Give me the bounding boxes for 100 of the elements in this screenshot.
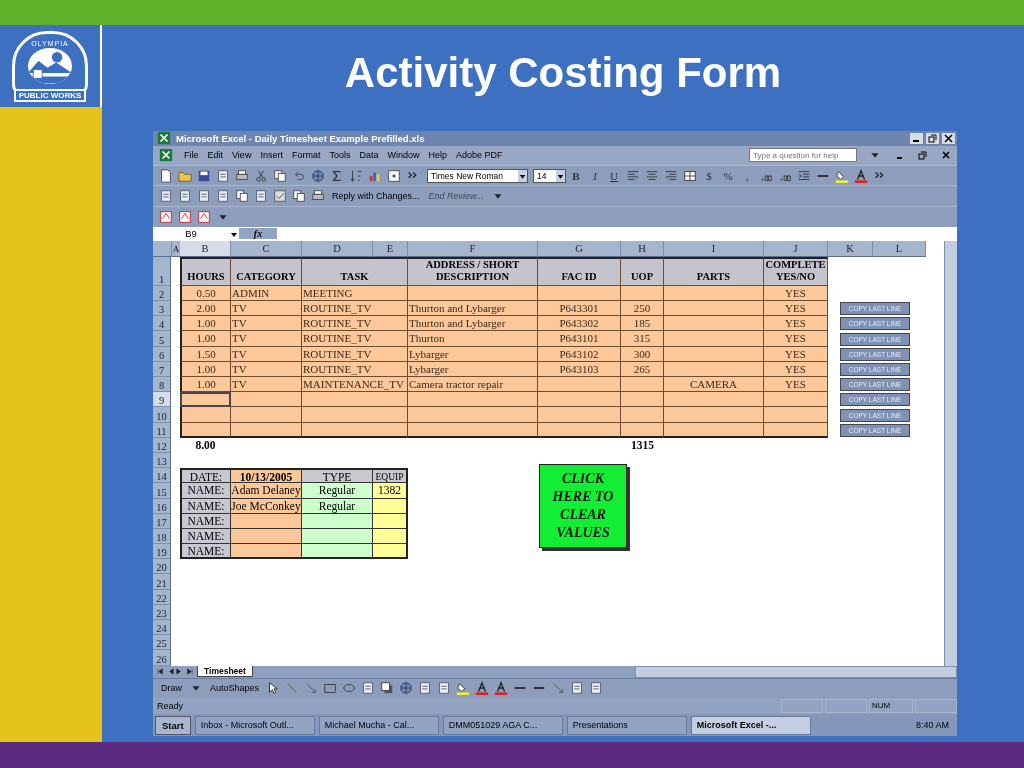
page-icon[interactable]: [216, 168, 230, 183]
restore-icon[interactable]: [918, 150, 928, 161]
format-button[interactable]: I: [588, 169, 602, 182]
menu-item[interactable]: Data: [359, 150, 379, 161]
sheet-tab[interactable]: Timesheet: [197, 666, 253, 678]
format-button[interactable]: B: [569, 169, 583, 182]
row-header[interactable]: 21: [153, 574, 171, 590]
row-header[interactable]: 8: [153, 377, 171, 393]
review-button[interactable]: Reply with Changes...: [328, 191, 424, 202]
sigma-icon[interactable]: [330, 168, 344, 183]
row-header[interactable]: 15: [153, 483, 171, 499]
page-icon[interactable]: [437, 681, 452, 696]
restore-icon[interactable]: [926, 132, 939, 144]
column-heading: ADDRESS / SHORT DESCRIPTION: [408, 256, 538, 286]
row-header[interactable]: 19: [153, 544, 171, 560]
clear-values-button[interactable]: CLICK HERE TO CLEAR VALUES: [539, 464, 627, 549]
close-icon[interactable]: [941, 150, 951, 161]
align-center-icon[interactable]: [645, 168, 659, 183]
indent-icon[interactable]: [797, 168, 811, 183]
number-format-button[interactable]: ,: [740, 169, 754, 182]
close-icon[interactable]: [942, 132, 955, 144]
merge-cells-icon[interactable]: [683, 168, 697, 183]
menu-item[interactable]: Format: [291, 150, 321, 161]
row-header[interactable]: 3: [153, 301, 171, 317]
font-dropdown[interactable]: Times New Roman: [427, 168, 528, 183]
globe-icon[interactable]: [399, 681, 414, 696]
spreadsheet-icon[interactable]: [159, 148, 173, 163]
number-format-button[interactable]: $: [702, 169, 716, 182]
font-color-icon[interactable]: [494, 681, 509, 696]
page-icon[interactable]: [254, 189, 268, 204]
row-header[interactable]: 5: [153, 331, 171, 347]
row-header[interactable]: 9: [153, 392, 171, 408]
row-header[interactable]: 10: [153, 407, 171, 423]
align-left-icon[interactable]: [626, 168, 640, 183]
copy-icon[interactable]: [292, 189, 306, 204]
row-header[interactable]: 1: [153, 256, 171, 286]
caret-icon[interactable]: [556, 169, 565, 182]
column-heading: COMPLETE YES/NO: [764, 256, 828, 286]
table-cell: Regular: [302, 483, 373, 499]
page-icon[interactable]: [178, 189, 192, 204]
globe-icon[interactable]: [311, 168, 325, 183]
column-header[interactable]: A: [171, 240, 180, 257]
checkmark-icon[interactable]: [273, 189, 287, 204]
font-size-dropdown[interactable]: 14: [533, 168, 566, 183]
shadow-icon[interactable]: [380, 681, 395, 696]
start-button[interactable]: Start: [155, 715, 191, 735]
new-document-icon[interactable]: [159, 168, 173, 183]
scissors-icon[interactable]: [254, 168, 268, 183]
sheet-navigation-icon[interactable]: [155, 667, 195, 677]
autoshapes-menu-button[interactable]: AutoShapes: [206, 683, 264, 694]
menu-item[interactable]: Insert: [260, 150, 283, 161]
menu-item[interactable]: File: [184, 150, 199, 161]
page-icon[interactable]: [589, 681, 604, 696]
paint-bucket-icon[interactable]: [835, 168, 849, 183]
page-icon[interactable]: [159, 189, 173, 204]
minimize-icon[interactable]: [910, 132, 923, 144]
row-header[interactable]: 24: [153, 620, 171, 636]
taskbar-button[interactable]: Microsoft Excel -...: [690, 715, 811, 735]
taskbar-button[interactable]: Presentations: [566, 715, 687, 735]
row-header[interactable]: 20: [153, 559, 171, 575]
row-header[interactable]: 14: [153, 468, 171, 484]
printer-icon[interactable]: [235, 168, 249, 183]
row-header[interactable]: 25: [153, 635, 171, 651]
taskbar-button[interactable]: DMM051029 AGA C...: [442, 715, 563, 735]
vertical-scrollbar[interactable]: [944, 240, 957, 666]
align-right-icon[interactable]: [664, 168, 678, 183]
page-icon[interactable]: [418, 681, 433, 696]
function-label[interactable]: fx: [239, 228, 277, 240]
taskbar-button[interactable]: Michael Mucha - Cal...: [318, 715, 439, 735]
menu-item[interactable]: Adobe PDF: [456, 150, 503, 161]
pdf-icon[interactable]: [159, 210, 173, 225]
pdf-icon[interactable]: [197, 210, 211, 225]
page-icon[interactable]: [361, 681, 376, 696]
help-search-field[interactable]: Type a question for help: [749, 148, 857, 163]
page-icon[interactable]: [216, 189, 230, 204]
rectangle-icon[interactable]: [323, 681, 338, 696]
copy-icon[interactable]: [273, 168, 287, 183]
number-format-button[interactable]: %: [721, 169, 735, 182]
font-color-icon[interactable]: [475, 681, 490, 696]
menu-item[interactable]: Edit: [207, 150, 224, 161]
draw-menu-button[interactable]: Draw: [157, 683, 186, 694]
menu-item[interactable]: Tools: [329, 150, 351, 161]
taskbar-button[interactable]: Inbox - Microsoft Outl...: [194, 715, 315, 735]
save-icon[interactable]: [197, 168, 211, 183]
table-cell: ROUTINE_TV: [302, 316, 408, 332]
page-icon[interactable]: [197, 189, 211, 204]
sort-icon[interactable]: [349, 168, 363, 183]
font-color-icon[interactable]: [854, 168, 868, 183]
row-header[interactable]: 26: [153, 650, 171, 666]
row-header[interactable]: 4: [153, 316, 171, 332]
caret-icon[interactable]: [518, 169, 527, 182]
menu-item[interactable]: View: [232, 150, 252, 161]
menu-item[interactable]: Window: [387, 150, 420, 161]
paint-bucket-icon[interactable]: [456, 681, 471, 696]
copy-icon[interactable]: [235, 189, 249, 204]
menu-item[interactable]: Help: [428, 150, 447, 161]
cursor-icon[interactable]: [266, 681, 281, 696]
pdf-icon[interactable]: [178, 210, 192, 225]
format-button[interactable]: U: [607, 169, 621, 182]
page-icon[interactable]: [570, 681, 585, 696]
